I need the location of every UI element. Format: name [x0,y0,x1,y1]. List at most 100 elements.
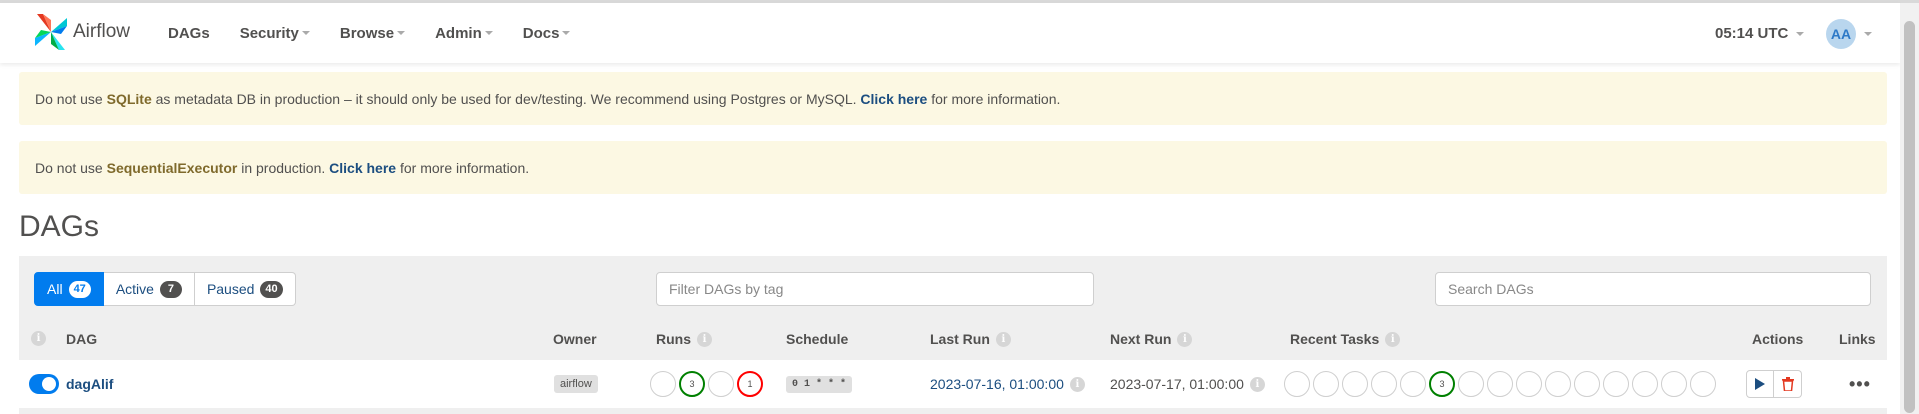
task-state-circle[interactable] [1487,371,1513,397]
dag-id-link[interactable]: dagAlif [66,360,113,408]
task-state-circle[interactable] [1284,371,1310,397]
task-success-circle[interactable]: 3 [1429,371,1455,397]
task-state-circle[interactable] [1545,371,1571,397]
brand-name: Airflow [73,21,131,42]
filter-active-label: Active [115,281,154,297]
nav-browse-label: Browse [339,24,395,42]
info-icon: i [31,331,46,346]
task-state-circle[interactable] [1574,371,1600,397]
col-next-run-label[interactable]: Next Run [1110,331,1171,347]
filter-all-label: All [47,281,63,297]
col-last-run: Last Run i [930,331,1011,347]
alert-click-here-link[interactable]: Click here [329,160,396,176]
col-next-run: Next Run i [1110,331,1193,347]
run-success-circle[interactable]: 3 [679,371,705,397]
clock-label: 05:14 UTC [1715,25,1789,42]
trigger-dag-button[interactable] [1746,370,1774,398]
col-recent-tasks: Recent Tasks i [1290,331,1401,347]
tag-filter-input[interactable] [656,272,1094,306]
task-state-circle[interactable] [1661,371,1687,397]
filter-active-count: 7 [159,280,182,298]
filter-paused-count: 40 [260,280,283,298]
filter-active-tab[interactable]: Active 7 [103,272,195,306]
delete-dag-button[interactable] [1774,370,1802,398]
nav-menu: DAGs Security Browse Admin Docs [168,3,600,63]
alert-text-mid: as metadata DB in production – it should… [155,90,857,107]
filter-all-count: 47 [68,280,91,298]
brand[interactable]: Airflow [33,12,130,52]
play-icon [1755,378,1765,390]
info-icon[interactable]: i [697,331,712,347]
scrollbar-thumb[interactable] [1904,21,1915,413]
nav-docs-label: Docs [522,24,560,42]
search-dags-input[interactable] [1435,272,1871,306]
caret-down-icon [397,31,406,35]
run-state-circle[interactable] [650,371,676,397]
runs-cell: 3 1 [650,360,766,408]
utc-clock-dropdown[interactable]: 05:14 UTC [1715,25,1805,42]
airflow-logo-icon [35,14,67,50]
task-state-circle[interactable] [1458,371,1484,397]
next-run-value: 2023-07-17, 01:00:00 [1110,376,1244,392]
caret-down-icon [1796,31,1805,36]
nav-admin-label: Admin [435,24,482,42]
links-cell: ••• [1849,360,1871,408]
alert-text-post: for more information. [931,90,1061,107]
schedule-badge[interactable]: 0 1 * * * [786,375,853,393]
task-state-circle[interactable] [1342,371,1368,397]
owner-badge[interactable]: airflow [554,375,598,393]
run-state-circle[interactable] [708,371,734,397]
task-state-circle[interactable] [1690,371,1716,397]
filter-paused-tab[interactable]: Paused 40 [194,272,296,306]
scrollbar[interactable] [1900,3,1919,414]
task-state-circle[interactable] [1516,371,1542,397]
recent-tasks-cell: 3 [1284,360,1719,408]
more-links-icon[interactable]: ••• [1849,374,1871,395]
info-icon[interactable]: i [1177,331,1193,347]
user-menu[interactable]: AA [1826,19,1872,49]
alert-click-here-link[interactable]: Click here [860,91,927,107]
task-state-circle[interactable] [1313,371,1339,397]
nav-security-label: Security [239,24,299,42]
alert-highlight: SQLite [106,90,152,107]
info-icon[interactable]: i [1385,331,1401,347]
nav-browse[interactable]: Browse [339,24,406,42]
nav-admin[interactable]: Admin [435,25,493,42]
task-state-circle[interactable] [1603,371,1629,397]
nav-security[interactable]: Security [240,25,310,42]
task-state-circle[interactable] [1632,371,1658,397]
col-schedule[interactable]: Schedule [786,331,848,347]
caret-down-icon [1864,32,1872,36]
alert-highlight: SequentialExecutor [106,159,238,176]
dag-pause-toggle[interactable] [29,374,59,394]
nav-dags-label: DAGs [168,24,210,42]
info-icon[interactable]: i [995,331,1011,347]
task-state-circle[interactable] [1371,371,1397,397]
alert-text-mid: in production. [241,159,326,176]
last-run-cell: 2023-07-16, 01:00:00 i [930,360,1085,408]
alert-text-post: for more information. [399,159,530,176]
col-runs-label: Runs [656,331,691,347]
sqlite-warning-alert: Do not use SQLite as metadata DB in prod… [19,72,1887,125]
col-last-run-label[interactable]: Last Run [930,331,990,347]
next-run-cell: 2023-07-17, 01:00:00 i [1110,360,1265,408]
alert-text-pre: Do not use [35,159,103,176]
actions-cell [1746,360,1802,408]
info-icon[interactable]: i [1069,376,1085,392]
task-state-circle[interactable] [1400,371,1426,397]
col-owner[interactable]: Owner [553,331,597,347]
caret-down-icon [562,31,571,35]
table-info-icon[interactable]: i [31,331,46,346]
col-dag[interactable]: DAG [66,331,97,347]
executor-warning-alert: Do not use SequentialExecutor in product… [19,141,1887,194]
schedule-cell: 0 1 * * * [786,360,853,408]
nav-dags[interactable]: DAGs [168,25,210,42]
navbar: Airflow DAGs Security Browse Admin Docs … [0,3,1900,63]
filter-paused-label: Paused [206,281,255,297]
run-failed-circle[interactable]: 1 [737,371,763,397]
dags-panel: All 47 Active 7 Paused 40 i DAG Owner Ru… [19,256,1887,414]
info-icon[interactable]: i [1249,376,1265,392]
last-run-link[interactable]: 2023-07-16, 01:00:00 [930,376,1064,392]
nav-docs[interactable]: Docs [523,25,571,42]
filter-all-tab[interactable]: All 47 [34,272,104,306]
